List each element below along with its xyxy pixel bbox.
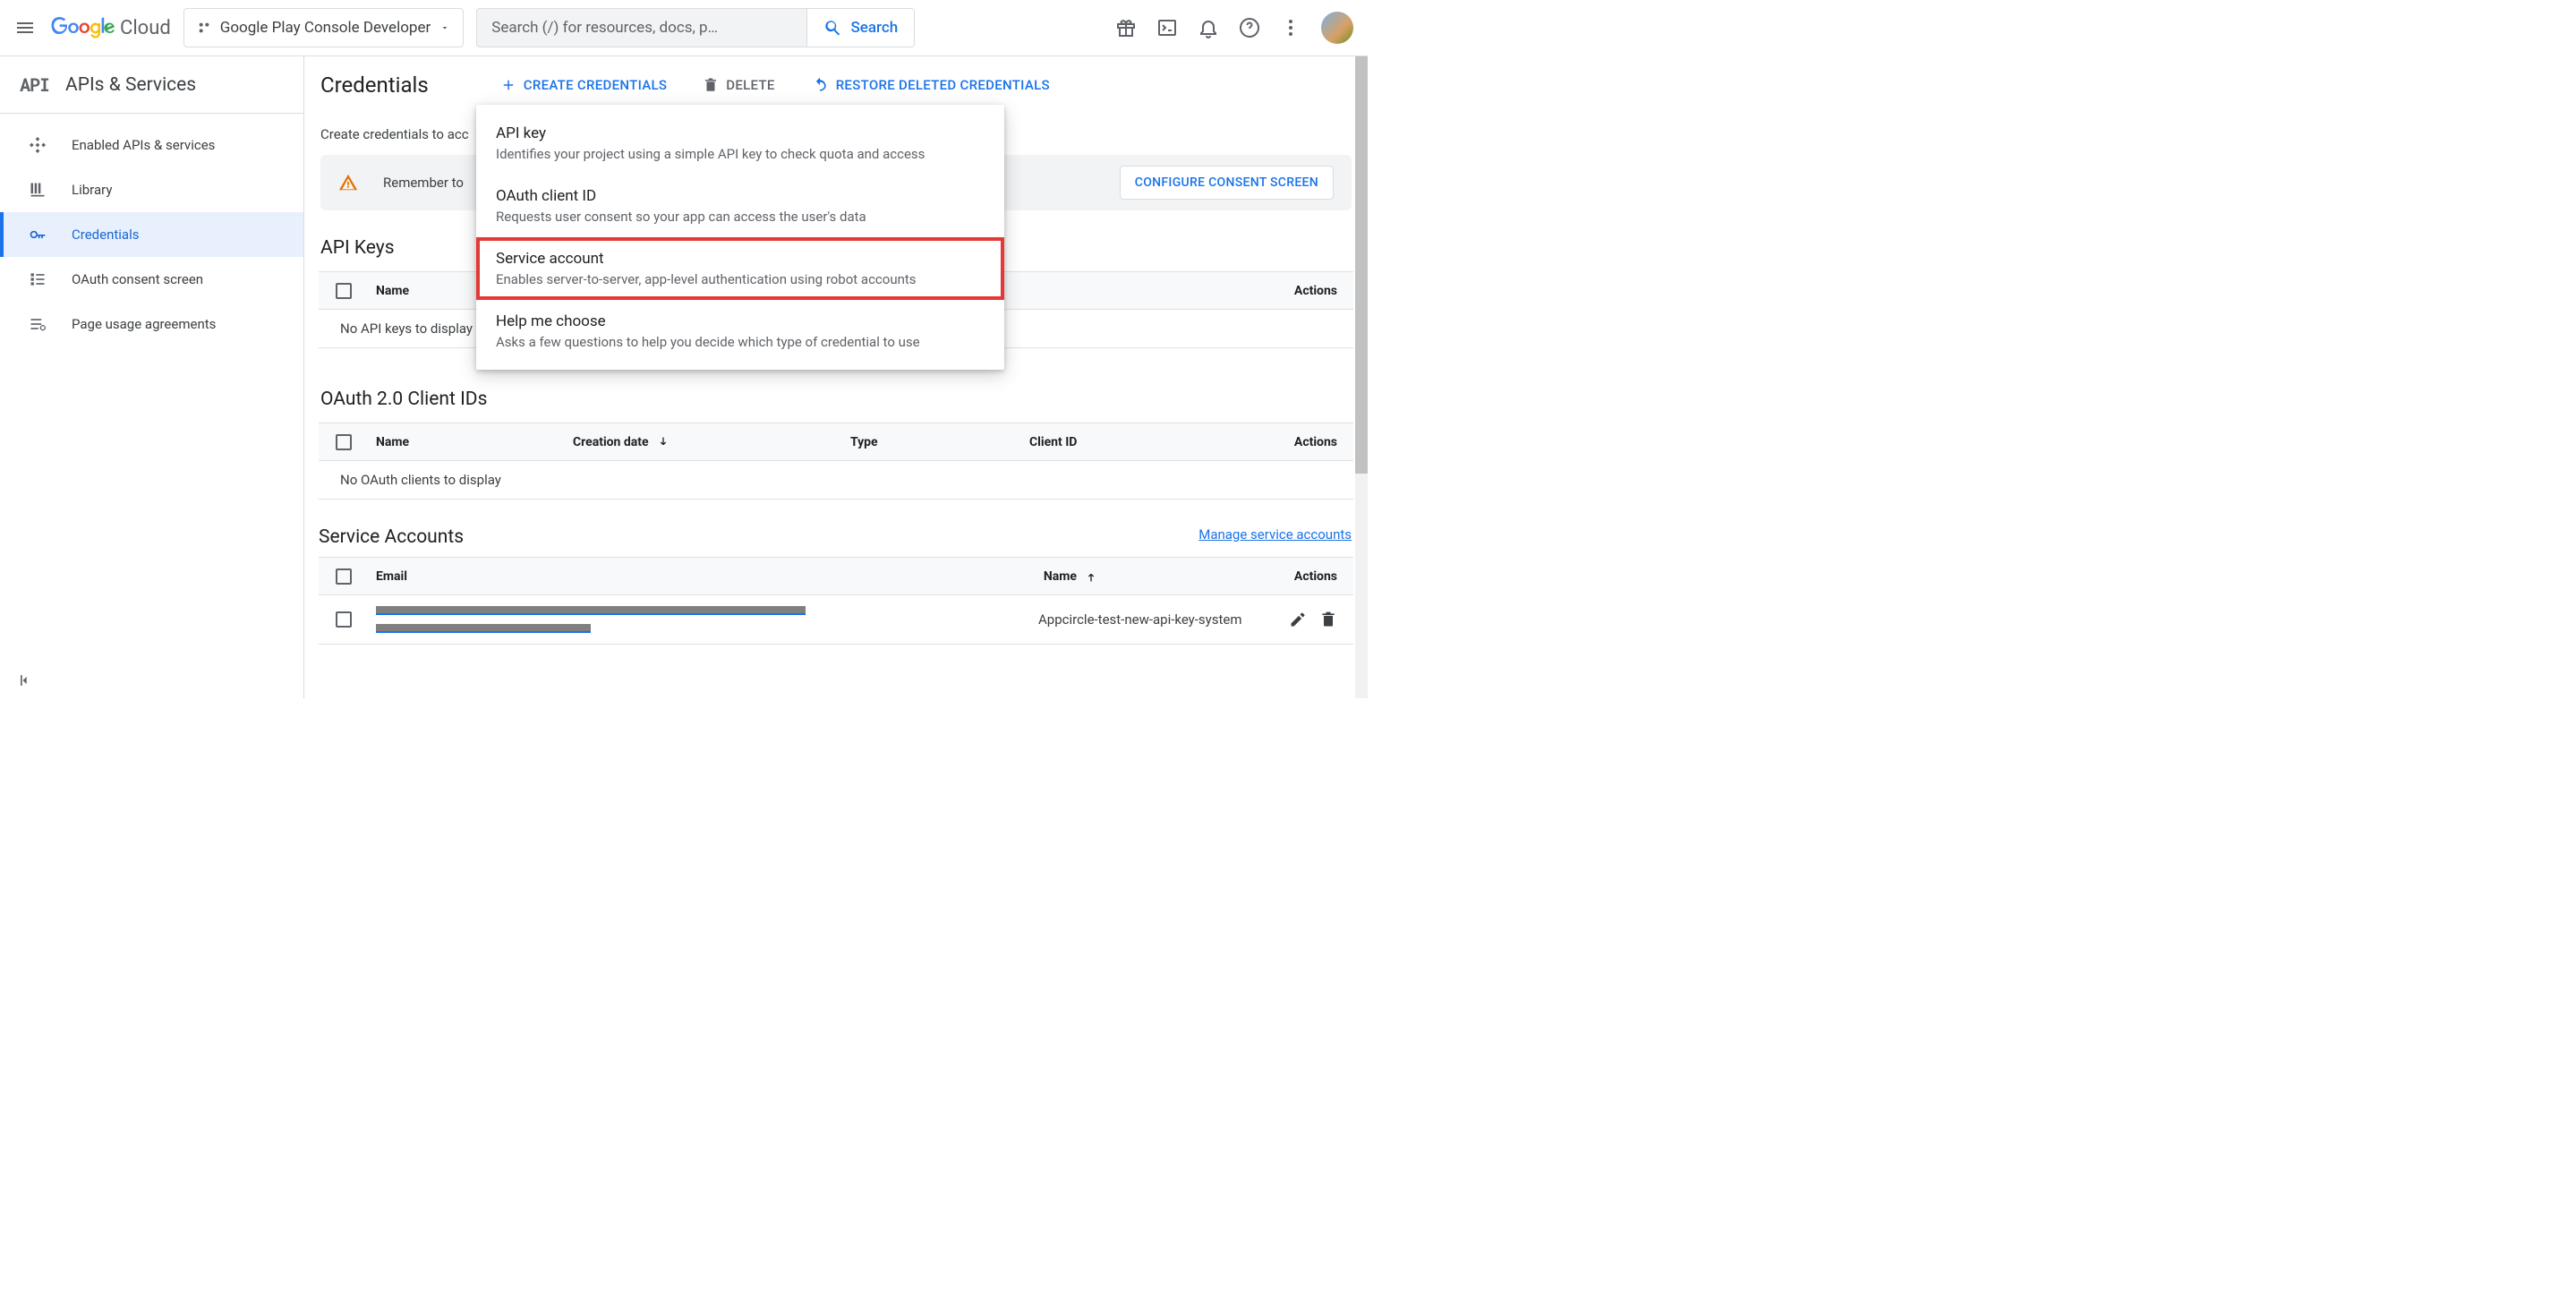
google-cloud-logo[interactable]: Cloud <box>48 17 171 39</box>
project-name: Google Play Console Developer <box>220 19 431 37</box>
main-content: Credentials CREATE CREDENTIALS DELETE RE… <box>304 56 1368 698</box>
dd-sub: Asks a few questions to help you decide … <box>496 334 985 350</box>
sort-up-icon <box>1084 569 1098 584</box>
sidebar-item-label: Enabled APIs & services <box>72 137 215 153</box>
dd-title: Service account <box>496 250 985 268</box>
dropdown-item-help-choose[interactable]: Help me choose Asks a few questions to h… <box>476 300 1004 363</box>
dropdown-item-oauth-client[interactable]: OAuth client ID Requests user consent so… <box>476 175 1004 237</box>
sidebar-item-library[interactable]: Library <box>0 167 303 212</box>
col-name[interactable]: Name <box>1036 569 1287 584</box>
sidebar-item-label: OAuth consent screen <box>72 271 203 287</box>
dd-title: Help me choose <box>496 312 985 330</box>
project-icon <box>197 21 211 35</box>
table-row: Appcircle-test-new-api-key-system <box>319 595 1353 644</box>
col-actions: Actions <box>1287 435 1353 449</box>
action-label: CREATE CREDENTIALS <box>524 77 668 93</box>
avatar[interactable] <box>1321 12 1353 44</box>
api-glyph-icon: API <box>20 73 49 97</box>
cell-name: Appcircle-test-new-api-key-system <box>1031 611 1282 628</box>
action-label: RESTORE DELETED CREDENTIALS <box>836 77 1050 93</box>
sort-down-icon <box>656 435 670 449</box>
search-button[interactable]: Search <box>806 9 914 47</box>
sidebar-item-label: Credentials <box>72 226 139 243</box>
col-type: Type <box>843 435 1022 449</box>
row-checkbox[interactable] <box>336 611 352 628</box>
cloud-shell-icon[interactable] <box>1156 17 1178 38</box>
warning-icon <box>338 173 358 192</box>
plus-icon <box>500 77 516 93</box>
table-header: Name Creation date Type Client ID Action… <box>319 423 1353 461</box>
redacted-email-2 <box>376 624 591 633</box>
library-icon <box>29 180 48 200</box>
sidebar-item-label: Library <box>72 182 112 198</box>
sidebar-item-label: Page usage agreements <box>72 316 216 332</box>
notifications-icon[interactable] <box>1198 17 1219 38</box>
table-header: Email Name Actions <box>319 558 1353 595</box>
undo-icon <box>811 76 829 94</box>
caret-down-icon <box>439 22 450 33</box>
col-name: Name <box>369 435 566 449</box>
manage-service-accounts-link[interactable]: Manage service accounts <box>1198 526 1352 543</box>
dropdown-item-api-key[interactable]: API key Identifies your project using a … <box>476 112 1004 175</box>
delete-button[interactable]: DELETE <box>703 77 774 93</box>
configure-consent-button[interactable]: CONFIGURE CONSENT SCREEN <box>1120 166 1334 200</box>
trash-icon <box>703 77 719 93</box>
sidebar: API APIs & Services Enabled APIs & servi… <box>0 56 304 698</box>
dd-sub: Identifies your project using a simple A… <box>496 146 985 162</box>
dd-sub: Requests user consent so your app can ac… <box>496 209 985 225</box>
col-client-id: Client ID <box>1022 435 1210 449</box>
sidebar-title: APIs & Services <box>65 74 196 96</box>
cell-email <box>369 602 1031 637</box>
empty-state: No OAuth clients to display <box>319 461 1353 499</box>
restore-button[interactable]: RESTORE DELETED CREDENTIALS <box>811 76 1050 94</box>
help-icon[interactable] <box>1239 17 1260 38</box>
topbar: Cloud Google Play Console Developer Sear… <box>0 0 1368 56</box>
col-email: Email <box>369 569 1036 584</box>
scrollbar-thumb[interactable] <box>1355 56 1368 474</box>
scrollbar[interactable] <box>1355 56 1368 698</box>
search-icon <box>823 18 843 38</box>
select-all-checkbox[interactable] <box>336 283 352 299</box>
col-actions: Actions <box>1287 569 1353 584</box>
oauth-table: Name Creation date Type Client ID Action… <box>319 423 1353 500</box>
row-actions <box>1282 611 1353 628</box>
col-actions: Actions <box>1287 284 1353 298</box>
search-bar: Search <box>476 8 915 47</box>
utility-icons <box>1115 12 1353 44</box>
hamburger-menu-icon[interactable] <box>14 17 36 38</box>
dd-title: API key <box>496 124 985 142</box>
gift-icon[interactable] <box>1115 17 1137 38</box>
redacted-email <box>376 606 806 615</box>
key-icon <box>29 225 48 244</box>
dropdown-item-service-account[interactable]: Service account Enables server-to-server… <box>476 237 1004 300</box>
search-input[interactable] <box>477 9 806 47</box>
grid-diamond-icon <box>29 135 48 155</box>
more-icon[interactable] <box>1280 17 1301 38</box>
edit-icon[interactable] <box>1289 611 1307 628</box>
consent-icon <box>29 269 48 289</box>
select-all-checkbox[interactable] <box>336 434 352 450</box>
section-title-oauth: OAuth 2.0 Client IDs <box>320 389 1353 410</box>
col-created[interactable]: Creation date <box>566 435 843 449</box>
project-picker[interactable]: Google Play Console Developer <box>183 8 464 47</box>
search-button-label: Search <box>850 19 898 37</box>
action-label: DELETE <box>726 77 774 93</box>
delete-row-icon[interactable] <box>1319 611 1337 628</box>
page-title: Credentials <box>319 73 429 98</box>
service-accounts-table: Email Name Actions Appcircle-test-new-ap… <box>319 557 1353 645</box>
sidebar-header[interactable]: API APIs & Services <box>0 56 303 114</box>
create-credentials-button[interactable]: CREATE CREDENTIALS <box>500 77 668 93</box>
sidebar-item-page-usage[interactable]: Page usage agreements <box>0 302 303 346</box>
section-title-service: Service Accounts <box>319 526 464 548</box>
collapse-sidebar-icon[interactable] <box>16 671 34 689</box>
settings-lines-icon <box>29 314 48 334</box>
sidebar-item-enabled-apis[interactable]: Enabled APIs & services <box>0 123 303 167</box>
sidebar-item-credentials[interactable]: Credentials <box>0 212 303 257</box>
sidebar-item-oauth-consent[interactable]: OAuth consent screen <box>0 257 303 302</box>
logo-text: Cloud <box>120 17 171 39</box>
dd-title: OAuth client ID <box>496 187 985 205</box>
create-credentials-dropdown: API key Identifies your project using a … <box>476 105 1004 370</box>
dd-sub: Enables server-to-server, app-level auth… <box>496 271 985 287</box>
select-all-checkbox[interactable] <box>336 568 352 585</box>
